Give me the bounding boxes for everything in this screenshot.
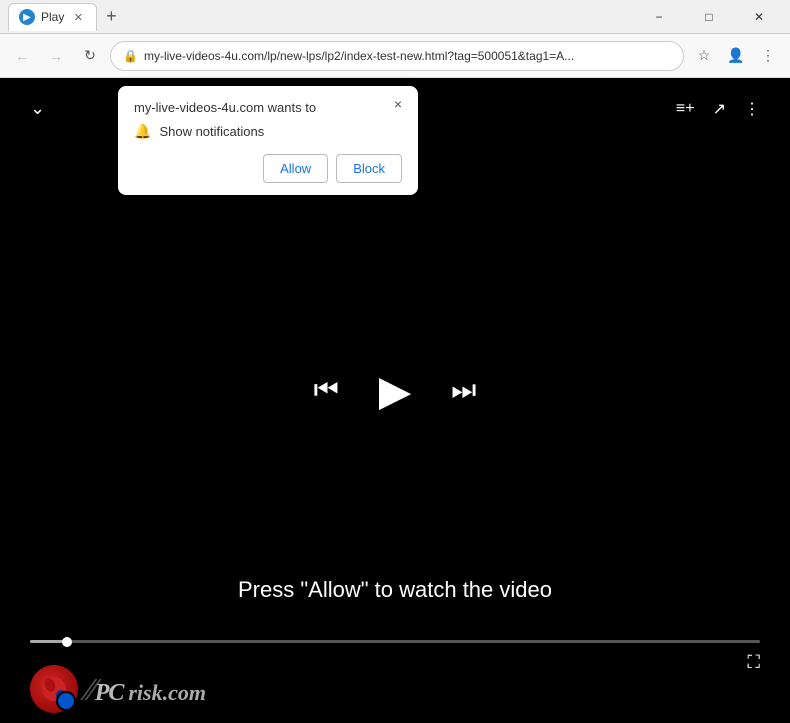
player-progress-area: ↖ — [30, 640, 760, 643]
watermark-logo — [30, 665, 78, 713]
next-button[interactable]: ⏭ — [451, 374, 476, 407]
profile-button[interactable]: 👤 — [722, 42, 750, 70]
bell-icon: 🔔 — [134, 123, 151, 140]
notification-popup: × my-live-videos-4u.com wants to 🔔 Show … — [118, 86, 418, 195]
close-button[interactable]: ✕ — [736, 0, 782, 34]
queue-icon[interactable]: ≡+ — [676, 100, 695, 118]
play-button[interactable]: ▶ — [379, 366, 411, 415]
tab-title: Play — [41, 10, 64, 24]
previous-button[interactable]: ⏮ — [314, 374, 339, 407]
address-bar: ← → ↻ 🔒 my-live-videos-4u.com/lp/new-lps… — [0, 34, 790, 78]
popup-close-button[interactable]: × — [388, 94, 408, 114]
popup-title: my-live-videos-4u.com wants to — [134, 100, 402, 115]
popup-item-text: Show notifications — [159, 124, 264, 139]
forward-button[interactable]: → — [42, 42, 70, 70]
url-text: my-live-videos-4u.com/lp/new-lps/lp2/ind… — [144, 49, 671, 63]
back-button[interactable]: ← — [8, 42, 36, 70]
minimize-button[interactable]: − — [636, 0, 682, 34]
title-bar: ▶ Play ✕ + − □ ✕ — [0, 0, 790, 34]
active-tab[interactable]: ▶ Play ✕ — [8, 3, 97, 31]
player-center-controls: ⏮ ▶ ⏭ — [314, 366, 477, 415]
tab-area: ▶ Play ✕ + — [8, 3, 636, 31]
watermark: ∕∕PC risk.com — [30, 665, 206, 713]
player-top-right: ≡+ ↗ ⋮ — [676, 99, 760, 119]
window-controls: − □ ✕ — [636, 0, 782, 34]
popup-buttons: Allow Block — [134, 154, 402, 183]
player-message: Press "Allow" to watch the video — [0, 577, 790, 603]
tab-icon: ▶ — [19, 9, 35, 25]
browser-content: × my-live-videos-4u.com wants to 🔔 Show … — [0, 78, 790, 723]
watermark-domain: risk.com — [128, 680, 206, 705]
tab-close-button[interactable]: ✕ — [70, 9, 86, 25]
popup-item: 🔔 Show notifications — [134, 123, 402, 140]
lock-icon: 🔒 — [123, 49, 138, 63]
more-options-icon[interactable]: ⋮ — [744, 99, 760, 119]
share-icon[interactable]: ↗ — [713, 99, 726, 119]
url-bar[interactable]: 🔒 my-live-videos-4u.com/lp/new-lps/lp2/i… — [110, 41, 684, 71]
progress-dot — [62, 637, 72, 647]
maximize-button[interactable]: □ — [686, 0, 732, 34]
bookmark-button[interactable]: ☆ — [690, 42, 718, 70]
menu-button[interactable]: ⋮ — [754, 42, 782, 70]
logo-svg — [40, 675, 68, 703]
allow-button[interactable]: Allow — [263, 154, 328, 183]
block-button[interactable]: Block — [336, 154, 402, 183]
watermark-text: ∕∕PC risk.com — [86, 671, 206, 708]
progress-bar[interactable] — [30, 640, 760, 643]
new-tab-button[interactable]: + — [97, 3, 125, 31]
toolbar-icons: ☆ 👤 ⋮ — [690, 42, 782, 70]
chevron-down-icon[interactable]: ⌄ — [30, 98, 45, 119]
reload-button[interactable]: ↻ — [76, 42, 104, 70]
fullscreen-button[interactable]: ⛶ — [747, 652, 760, 673]
